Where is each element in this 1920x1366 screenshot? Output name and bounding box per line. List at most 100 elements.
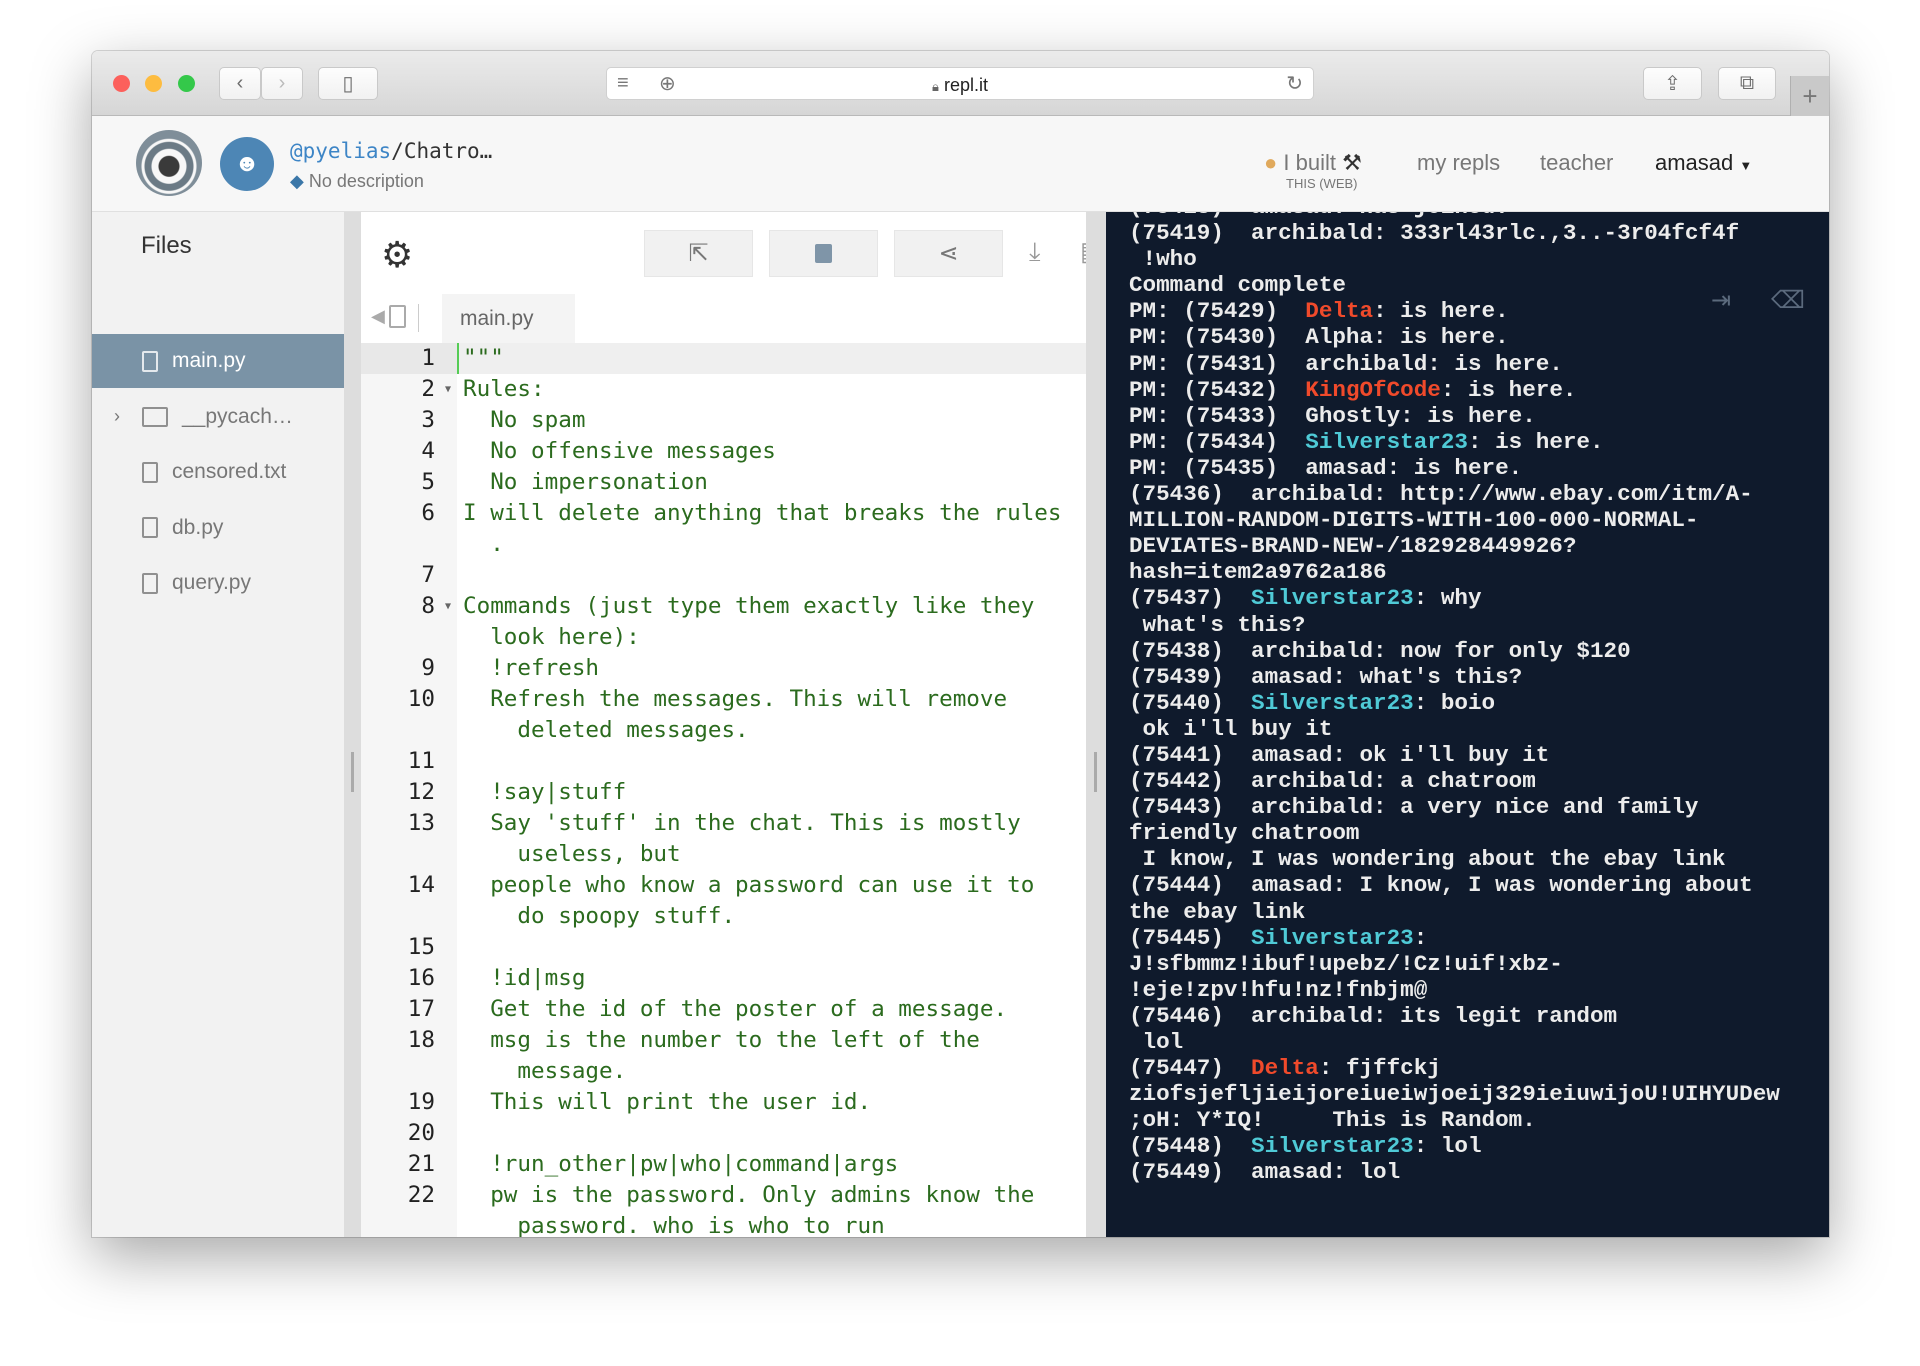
console-line: lol: [1129, 1029, 1780, 1055]
title-separator: /: [391, 139, 404, 163]
tabs-icon: ⧉: [1739, 72, 1755, 94]
code-text: """: [457, 343, 504, 374]
message-text: (75439) amasad: what's this?: [1129, 663, 1523, 690]
console-line: ziofsjefljieijoreiueiwjoeij329ieiuwijoU!…: [1129, 1081, 1780, 1107]
share-repl-button[interactable]: ⋖: [894, 230, 1003, 277]
console-line: (75443) archibald: a very nice and famil…: [1129, 794, 1780, 820]
message-text: !eje!zpv!hfu!nz!fnbjm@: [1129, 976, 1428, 1003]
account-name: amasad: [1655, 150, 1734, 175]
robot-icon: ☻: [234, 150, 260, 177]
exit-icon[interactable]: ⇥: [1711, 286, 1731, 315]
caret-down-icon: ▼: [1739, 158, 1753, 173]
code-text: Commands (just type them exactly like th…: [463, 593, 1035, 619]
code-text: do spoopy stuff.: [463, 903, 736, 929]
console-line: PM: (75432) KingOfCode: is here.: [1129, 377, 1780, 403]
code-lines[interactable]: 1 """ 2 ▼ Rules: 3 No spam 4 No offensive mess…: [361, 343, 1086, 1237]
code-line: 7: [361, 560, 1086, 591]
code-text: No spam: [463, 407, 586, 433]
console-line: PM: (75429) Delta: is here.: [1129, 298, 1780, 324]
line-number: 11: [361, 746, 457, 777]
line-number: [361, 1211, 457, 1237]
i-built-link[interactable]: ● I built ⚒ THIS (WEB): [1264, 150, 1362, 191]
download-icon[interactable]: ⤓: [1029, 236, 1041, 268]
pane-resize-handle[interactable]: [1086, 212, 1106, 1237]
console-line: !who: [1129, 246, 1780, 272]
message-text: : is here.: [1373, 298, 1509, 325]
line-number: 20: [361, 1118, 457, 1149]
repl-avatar[interactable]: ☻: [220, 137, 274, 191]
console[interactable]: (75418) amasad: has joined.(75419) archi…: [1106, 212, 1829, 1237]
message-text: (75418) amasad: has joined.: [1129, 212, 1509, 220]
file-item[interactable]: main.py: [92, 334, 344, 388]
clear-console-icon[interactable]: ⌫: [1771, 286, 1805, 315]
code-text: No offensive messages: [463, 438, 776, 464]
stop-button[interactable]: [769, 230, 878, 277]
sidebar-icon: ▯: [342, 73, 354, 95]
line-number: [361, 901, 457, 932]
file-item[interactable]: censored.txt: [92, 445, 344, 499]
tabs-button[interactable]: ⧉: [1718, 67, 1776, 100]
file-item[interactable]: › __pycach…: [92, 390, 344, 444]
new-tab-button[interactable]: +: [1790, 76, 1829, 116]
line-number: 7: [361, 560, 457, 591]
url-text: repl.it: [943, 75, 988, 95]
my-repls-link[interactable]: my repls: [1417, 150, 1500, 176]
message-text: (75443) archibald: a very nice and famil…: [1129, 794, 1699, 821]
message-text: PM: (75432): [1129, 376, 1306, 403]
code-line: 6I will delete anything that breaks the …: [361, 498, 1086, 529]
close-window-button[interactable]: [113, 75, 130, 92]
fold-arrow-icon[interactable]: ▼: [445, 374, 451, 405]
line-number: [361, 839, 457, 870]
code-text: !run_other|pw|who|command|args: [463, 1151, 899, 1177]
code-line: 10 Refresh the messages. This will remov…: [361, 684, 1086, 715]
message-text: : fjffckj: [1318, 1055, 1441, 1082]
tab-main-py[interactable]: main.py: [442, 294, 575, 343]
run-button[interactable]: ⇱: [644, 230, 753, 277]
console-line: (75442) archibald: a chatroom: [1129, 768, 1780, 794]
file-item[interactable]: db.py: [92, 501, 344, 555]
maximize-window-button[interactable]: [178, 75, 195, 92]
username: Silverstar23: [1251, 689, 1414, 716]
teacher-link[interactable]: teacher: [1540, 150, 1613, 176]
chevron-right-icon[interactable]: ›: [114, 406, 120, 427]
code-editor[interactable]: ⚙ ⇱ ⋖ ⤓ ▤ ⬡ ◀ main.py 1"""2▼Rules:3 No s…: [361, 212, 1156, 1237]
sidebar-resize-handle[interactable]: [344, 212, 361, 1237]
sidebar-toggle-button[interactable]: ▯: [318, 67, 378, 100]
grip-icon: [351, 752, 354, 792]
code-line: 20: [361, 1118, 1086, 1149]
code-text: message.: [463, 1058, 627, 1084]
forward-button[interactable]: ›: [261, 67, 303, 100]
account-menu[interactable]: amasad ▼: [1655, 150, 1752, 176]
message-text: : is here.: [1467, 428, 1604, 455]
message-text: : why: [1413, 585, 1482, 612]
code-line: useless, but: [361, 839, 1086, 870]
code-text: people who know a password can use it to: [463, 872, 1035, 898]
editor-tab-bar: ◀ main.py: [361, 294, 1086, 343]
console-line: ok i'll buy it: [1129, 716, 1780, 742]
line-number: [361, 715, 457, 746]
chevron-left-icon: ‹: [236, 72, 244, 94]
back-button[interactable]: ‹: [219, 67, 261, 100]
share-button[interactable]: ⇪: [1643, 67, 1702, 100]
console-line: Command complete: [1129, 272, 1780, 298]
code-text: look here):: [463, 624, 640, 650]
message-text: (75444) amasad: I know, I was wondering …: [1129, 872, 1753, 899]
settings-gear-icon[interactable]: ⚙: [381, 234, 413, 276]
status-dot-icon: ●: [1264, 150, 1278, 175]
message-text: PM: (75435) amasad: is here.: [1129, 454, 1523, 481]
replit-logo[interactable]: [136, 130, 202, 196]
reload-icon[interactable]: ↻: [1286, 71, 1303, 96]
file-name: main.py: [172, 349, 246, 372]
fold-arrow-icon[interactable]: ▼: [445, 591, 451, 622]
message-text: ok i'll buy it: [1129, 715, 1333, 742]
minimize-window-button[interactable]: [145, 75, 162, 92]
file-item[interactable]: query.py: [92, 556, 344, 610]
collapse-arrow-icon[interactable]: ◀: [371, 306, 385, 327]
repl-name[interactable]: Chatro…: [404, 139, 493, 163]
address-bar[interactable]: ≡ ⊕ 🔒︎ repl.it ↻: [606, 67, 1314, 100]
owner-link[interactable]: @pyelias: [290, 139, 391, 163]
console-line: !eje!zpv!hfu!nz!fnbjm@: [1129, 977, 1780, 1003]
file-name: __pycach…: [182, 404, 293, 428]
